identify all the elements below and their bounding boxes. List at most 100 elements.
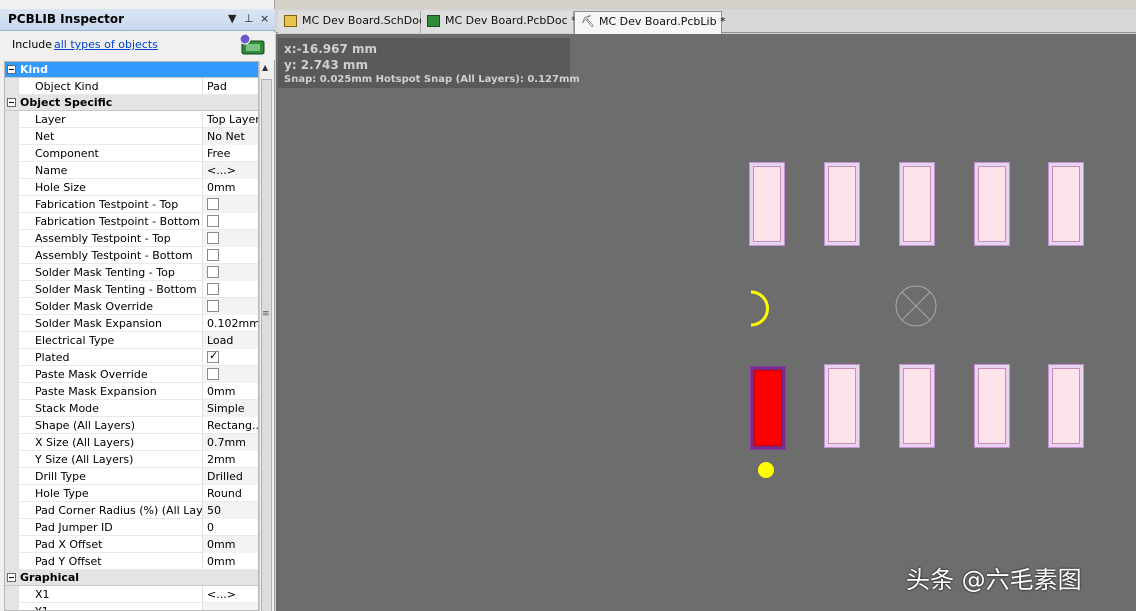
- property-value[interactable]: Pad: [202, 78, 258, 95]
- property-value[interactable]: Load: [202, 332, 258, 349]
- property-row[interactable]: Y Size (All Layers) 2mm: [5, 451, 258, 468]
- property-row[interactable]: Component Free: [5, 145, 258, 162]
- row-gutter: [5, 145, 19, 162]
- property-row[interactable]: Electrical Type Load: [5, 332, 258, 349]
- property-row[interactable]: X Size (All Layers) 0.7mm: [5, 434, 258, 451]
- property-name: X1: [35, 588, 50, 601]
- scroll-thumb[interactable]: [261, 79, 272, 611]
- property-checkbox-cell[interactable]: [202, 349, 258, 366]
- property-row[interactable]: Y1: [5, 603, 258, 610]
- property-row[interactable]: Drill Type Drilled: [5, 468, 258, 485]
- property-row[interactable]: Object Kind Pad: [5, 78, 258, 95]
- property-name: Pad Corner Radius (%) (All Laye...: [35, 504, 220, 517]
- property-checkbox[interactable]: [207, 249, 219, 261]
- property-value[interactable]: 0.102mm: [202, 315, 258, 332]
- tab-pcbdoc[interactable]: MC Dev Board.PcbDoc *: [421, 11, 577, 33]
- close-icon[interactable]: ×: [260, 12, 269, 25]
- property-checkbox[interactable]: [207, 232, 219, 244]
- property-checkbox-cell[interactable]: [202, 247, 258, 264]
- collapse-icon[interactable]: [7, 98, 16, 107]
- panel-title-bar: PCBLIB Inspector ▼ ⊥ ×: [0, 9, 275, 31]
- property-value[interactable]: Drilled: [202, 468, 258, 485]
- property-value[interactable]: Rectang...: [202, 417, 258, 434]
- property-checkbox[interactable]: [207, 198, 219, 210]
- property-row[interactable]: Solder Mask Override: [5, 298, 258, 315]
- tab-label: MC Dev Board.PcbDoc *: [445, 14, 577, 27]
- property-value[interactable]: 0: [202, 519, 258, 536]
- row-gutter: [5, 264, 19, 281]
- property-row[interactable]: X1 <...>: [5, 586, 258, 603]
- property-name: Electrical Type: [35, 334, 115, 347]
- property-checkbox-cell[interactable]: [202, 213, 258, 230]
- scroll-up-icon[interactable]: ▲: [262, 63, 268, 72]
- row-gutter: [5, 586, 19, 603]
- property-row[interactable]: Fabrication Testpoint - Bottom: [5, 213, 258, 230]
- pcb-library-canvas[interactable]: x:-16.967 mm y: 2.743 mm Snap: 0.025mm H…: [276, 34, 1136, 611]
- property-checkbox[interactable]: [207, 266, 219, 278]
- property-checkbox-cell[interactable]: [202, 281, 258, 298]
- property-value[interactable]: 0mm: [202, 536, 258, 553]
- property-checkbox[interactable]: [207, 349, 219, 363]
- property-row[interactable]: Solder Mask Tenting - Top: [5, 264, 258, 281]
- property-checkbox-cell[interactable]: [202, 230, 258, 247]
- property-value[interactable]: Top Layer: [202, 111, 258, 128]
- property-row[interactable]: Pad Y Offset 0mm: [5, 553, 258, 570]
- property-value[interactable]: 0mm: [202, 553, 258, 570]
- property-row[interactable]: Fabrication Testpoint - Top: [5, 196, 258, 213]
- property-value[interactable]: Simple: [202, 400, 258, 417]
- property-value[interactable]: Free: [202, 145, 258, 162]
- property-row[interactable]: Solder Mask Tenting - Bottom: [5, 281, 258, 298]
- property-row[interactable]: Pad Corner Radius (%) (All Laye... 50: [5, 502, 258, 519]
- category-object-specific[interactable]: Object Specific: [5, 95, 258, 111]
- property-row[interactable]: Pad Jumper ID 0: [5, 519, 258, 536]
- component-chip-icon[interactable]: [238, 33, 270, 57]
- property-row[interactable]: Layer Top Layer: [5, 111, 258, 128]
- pin-icon[interactable]: ⊥: [244, 12, 254, 25]
- property-value[interactable]: [202, 603, 258, 610]
- property-row[interactable]: Net No Net: [5, 128, 258, 145]
- property-name: Assembly Testpoint - Bottom: [35, 249, 193, 262]
- property-row[interactable]: Hole Type Round: [5, 485, 258, 502]
- category-kind[interactable]: Kind: [5, 62, 258, 78]
- property-value[interactable]: 0mm: [202, 383, 258, 400]
- collapse-icon[interactable]: [7, 65, 16, 74]
- property-value[interactable]: 0mm: [202, 179, 258, 196]
- property-checkbox-cell[interactable]: [202, 264, 258, 281]
- tab-schdoc[interactable]: MC Dev Board.SchDoc: [278, 11, 425, 33]
- property-row[interactable]: Name <...>: [5, 162, 258, 179]
- property-row[interactable]: Assembly Testpoint - Top: [5, 230, 258, 247]
- collapse-icon[interactable]: [7, 573, 16, 582]
- property-checkbox[interactable]: [207, 215, 219, 227]
- property-row[interactable]: Plated: [5, 349, 258, 366]
- property-row[interactable]: Shape (All Layers) Rectang...: [5, 417, 258, 434]
- inspector-scrollbar[interactable]: ▲ ≡: [259, 61, 273, 611]
- panel-menu-icon[interactable]: ▼: [228, 12, 236, 25]
- category-graphical[interactable]: Graphical: [5, 570, 258, 586]
- property-value[interactable]: <...>: [202, 162, 258, 179]
- property-checkbox[interactable]: [207, 368, 219, 380]
- row-gutter: [5, 603, 19, 610]
- schematic-doc-icon: [284, 15, 297, 27]
- include-filter-link[interactable]: all types of objects: [54, 38, 158, 51]
- row-gutter: [5, 451, 19, 468]
- property-row[interactable]: Assembly Testpoint - Bottom: [5, 247, 258, 264]
- property-checkbox[interactable]: [207, 300, 219, 312]
- property-row[interactable]: Solder Mask Expansion 0.102mm: [5, 315, 258, 332]
- property-value[interactable]: 2mm: [202, 451, 258, 468]
- property-checkbox-cell[interactable]: [202, 298, 258, 315]
- property-row[interactable]: Hole Size 0mm: [5, 179, 258, 196]
- property-value[interactable]: <...>: [202, 586, 258, 603]
- tab-pcblib[interactable]: ⛏ MC Dev Board.PcbLib *: [574, 11, 726, 34]
- property-checkbox[interactable]: [207, 283, 219, 295]
- property-row[interactable]: Stack Mode Simple: [5, 400, 258, 417]
- property-value[interactable]: 50: [202, 502, 258, 519]
- property-value[interactable]: 0.7mm: [202, 434, 258, 451]
- property-row[interactable]: Paste Mask Expansion 0mm: [5, 383, 258, 400]
- property-value[interactable]: No Net: [202, 128, 258, 145]
- property-name: Paste Mask Override: [35, 368, 148, 381]
- property-row[interactable]: Pad X Offset 0mm: [5, 536, 258, 553]
- property-checkbox-cell[interactable]: [202, 366, 258, 383]
- property-row[interactable]: Paste Mask Override: [5, 366, 258, 383]
- property-value[interactable]: Round: [202, 485, 258, 502]
- property-checkbox-cell[interactable]: [202, 196, 258, 213]
